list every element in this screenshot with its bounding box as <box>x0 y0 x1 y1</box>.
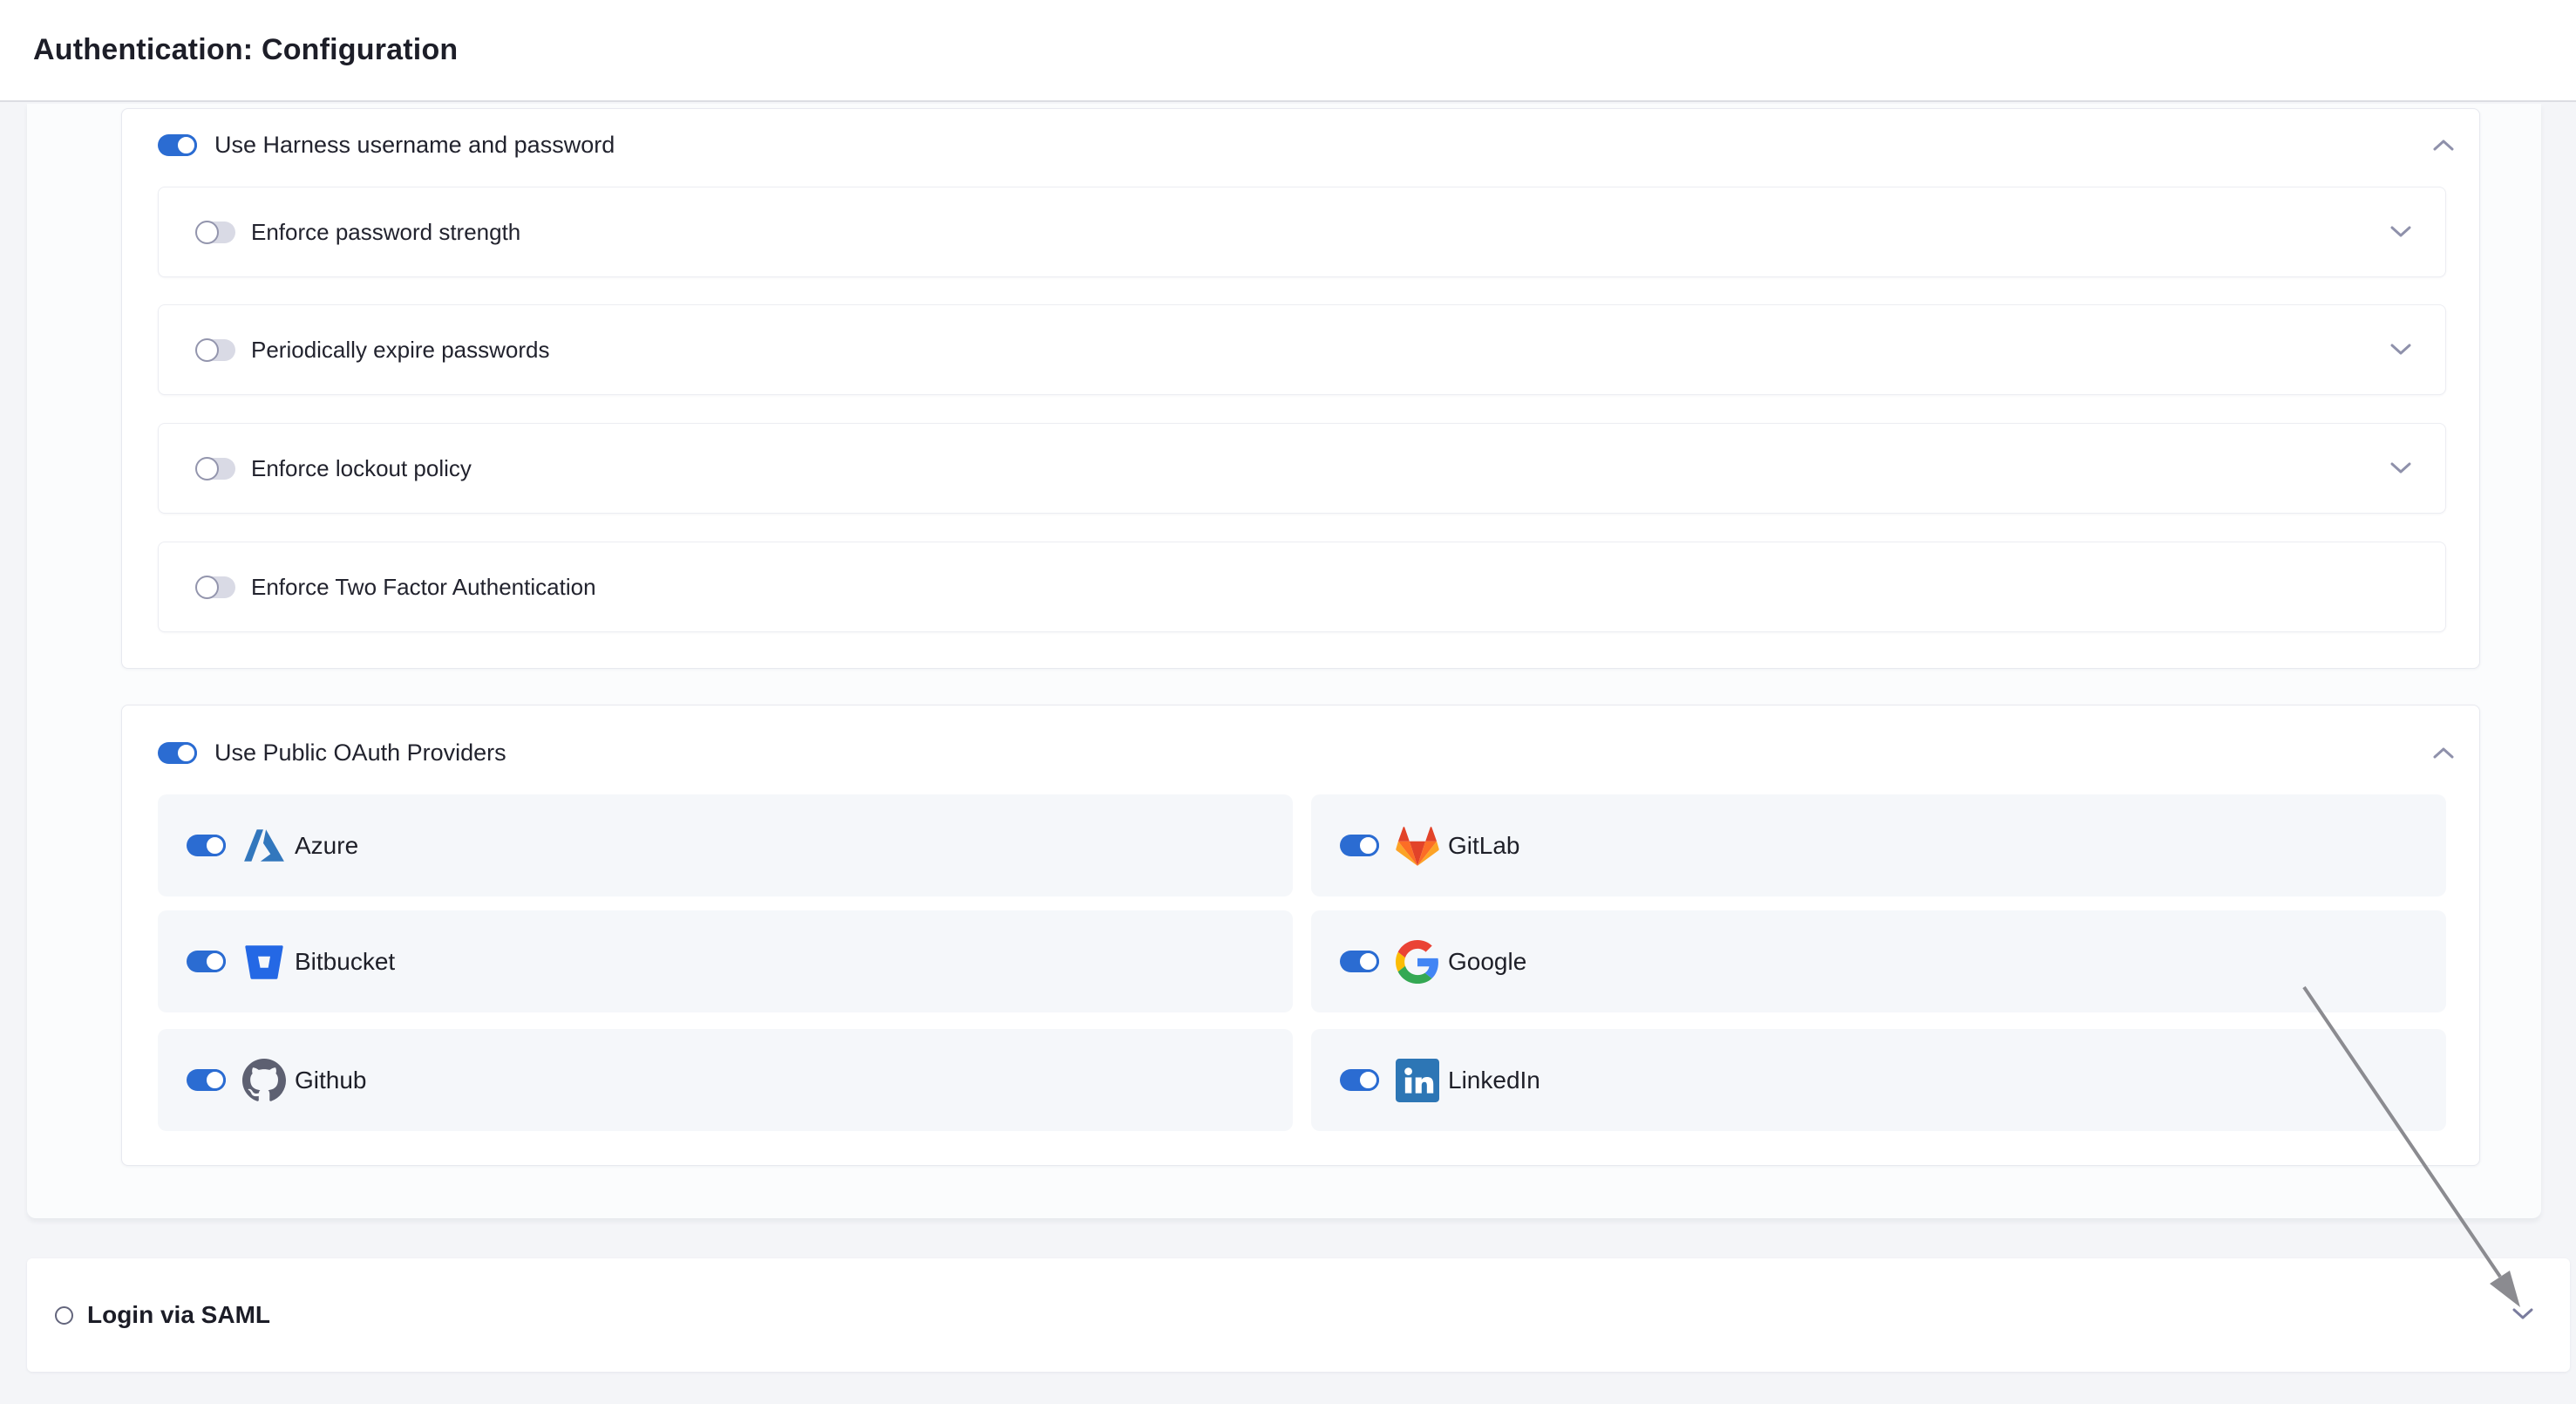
toggle-knob <box>204 835 226 856</box>
toggle-knob <box>204 1069 226 1091</box>
saml-label: Login via SAML <box>87 1301 270 1329</box>
toggle-knob <box>1357 1069 1379 1091</box>
linkedin-icon <box>1396 1059 1439 1102</box>
chevron-up-icon[interactable] <box>2433 139 2454 151</box>
two-factor-toggle[interactable] <box>196 576 235 598</box>
azure-icon <box>242 824 286 868</box>
provider-row-github: Github <box>158 1029 1293 1131</box>
bitbucket-toggle[interactable] <box>187 951 226 972</box>
provider-label: Github <box>295 1067 367 1094</box>
github-icon <box>242 1059 286 1102</box>
google-icon <box>1396 940 1439 984</box>
toggle-knob <box>195 576 219 599</box>
section-oauth-providers: Use Public OAuth Providers Azure Bitbuck… <box>121 705 2480 1166</box>
option-periodically-expire-passwords[interactable]: Periodically expire passwords <box>158 304 2446 395</box>
lockout-policy-toggle[interactable] <box>196 458 235 480</box>
github-toggle[interactable] <box>187 1069 226 1091</box>
option-enforce-password-strength[interactable]: Enforce password strength <box>158 187 2446 277</box>
chevron-down-icon[interactable] <box>2512 1308 2533 1320</box>
toggle-knob <box>204 951 226 972</box>
toggle-knob <box>175 742 197 764</box>
toggle-knob <box>175 134 197 156</box>
provider-label: Bitbucket <box>295 948 395 976</box>
section-username-password-header[interactable]: Use Harness username and password <box>122 109 2479 179</box>
chevron-down-icon[interactable] <box>2390 344 2411 356</box>
option-enforce-two-factor-authentication[interactable]: Enforce Two Factor Authentication <box>158 542 2446 632</box>
section-oauth-header[interactable]: Use Public OAuth Providers <box>122 705 2479 775</box>
option-label: Enforce Two Factor Authentication <box>251 574 596 601</box>
google-toggle[interactable] <box>1340 951 1379 972</box>
chevron-up-icon[interactable] <box>2433 746 2454 759</box>
chevron-down-icon[interactable] <box>2390 226 2411 238</box>
option-label: Enforce lockout policy <box>251 455 472 482</box>
bitbucket-icon <box>242 940 286 984</box>
section-label: Use Public OAuth Providers <box>214 739 506 767</box>
section-label: Use Harness username and password <box>214 132 615 159</box>
provider-label: Azure <box>295 832 358 860</box>
chevron-down-icon[interactable] <box>2390 462 2411 474</box>
provider-row-azure: Azure <box>158 794 1293 896</box>
toggle-knob <box>195 457 219 480</box>
saml-radio-button[interactable] <box>55 1306 73 1325</box>
toggle-knob <box>1357 951 1379 972</box>
expire-passwords-toggle[interactable] <box>196 339 235 361</box>
enforce-password-strength-toggle[interactable] <box>196 222 235 243</box>
section-login-via-saml[interactable]: Login via SAML <box>27 1258 2570 1372</box>
option-enforce-lockout-policy[interactable]: Enforce lockout policy <box>158 423 2446 514</box>
toggle-knob <box>195 338 219 362</box>
gitlab-icon <box>1396 824 1439 868</box>
toggle-knob <box>1357 835 1379 856</box>
username-password-toggle[interactable] <box>158 134 197 156</box>
section-username-password: Use Harness username and password Enforc… <box>121 108 2480 669</box>
provider-label: LinkedIn <box>1448 1067 1540 1094</box>
provider-label: Google <box>1448 948 1526 976</box>
toggle-knob <box>195 221 219 244</box>
oauth-providers-toggle[interactable] <box>158 742 197 764</box>
option-label: Periodically expire passwords <box>251 337 549 364</box>
azure-toggle[interactable] <box>187 835 226 856</box>
provider-row-gitlab: GitLab <box>1311 794 2446 896</box>
provider-row-linkedin: LinkedIn <box>1311 1029 2446 1131</box>
linkedin-toggle[interactable] <box>1340 1069 1379 1091</box>
page-title: Authentication: Configuration <box>33 33 458 67</box>
gitlab-toggle[interactable] <box>1340 835 1379 856</box>
provider-label: GitLab <box>1448 832 1520 860</box>
provider-row-bitbucket: Bitbucket <box>158 910 1293 1012</box>
option-label: Enforce password strength <box>251 219 520 246</box>
authentication-configuration-page: Authentication: Configuration Use Harnes… <box>0 0 2576 1404</box>
page-header: Authentication: Configuration <box>0 0 2576 102</box>
provider-row-google: Google <box>1311 910 2446 1012</box>
